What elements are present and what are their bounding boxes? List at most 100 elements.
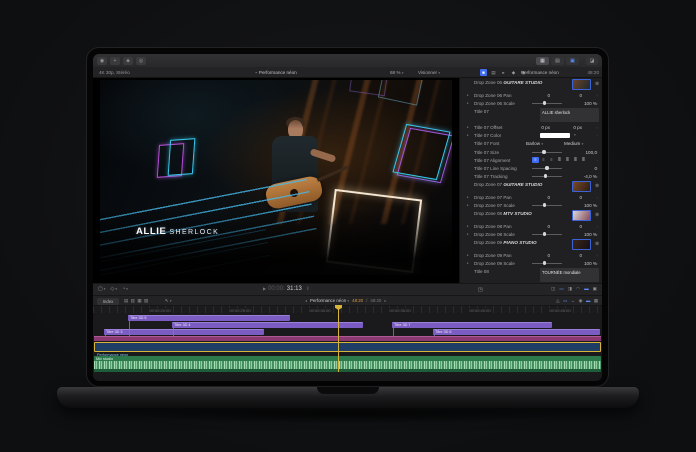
clip-appearance-4-icon[interactable]: ▧	[144, 298, 148, 304]
alignment-button[interactable]: ≣	[572, 157, 579, 163]
parameter-value[interactable]: 0	[564, 166, 597, 171]
disclosure-triangle-icon[interactable]: ▸	[467, 101, 469, 105]
effects-tool-icon[interactable]: ◔▾	[122, 286, 128, 292]
slider-thumb[interactable]	[543, 232, 547, 236]
parameter-value[interactable]: 100,0	[564, 150, 597, 155]
reset-parameter-icon[interactable]: ◦	[597, 261, 598, 266]
expand-viewer-icon[interactable]: ◳	[478, 287, 483, 293]
append-clip-icon[interactable]: ◨	[568, 286, 572, 292]
reset-parameter-icon[interactable]: ◦	[597, 166, 598, 171]
disclosure-triangle-icon[interactable]: ▸	[467, 125, 469, 129]
disclosure-triangle-icon[interactable]: ▸	[467, 232, 469, 236]
slider-thumb[interactable]	[545, 166, 549, 170]
remove-dropzone-icon[interactable]: ⊗	[595, 183, 599, 189]
remove-dropzone-icon[interactable]: ⊗	[595, 212, 599, 218]
font-family-menu[interactable]: Barlow ▾	[526, 141, 543, 146]
parameter-value[interactable]: 100 %	[564, 203, 597, 208]
add-icon[interactable]: +	[110, 57, 120, 65]
index-button[interactable]: Index	[97, 298, 119, 305]
trim-tool-icon[interactable]: ◇▾	[111, 286, 118, 292]
range-icon[interactable]: ▬	[584, 286, 589, 292]
slider-thumb[interactable]	[543, 261, 547, 265]
tasks-icon[interactable]: ◎	[136, 57, 146, 65]
y-value[interactable]: 0 px	[556, 125, 582, 130]
keying-icon[interactable]: ◈	[123, 57, 133, 65]
alignment-button[interactable]: ≣	[556, 157, 563, 163]
slider-thumb[interactable]	[544, 174, 548, 178]
clip-appearance-tool-icon[interactable]: ▢▾	[98, 286, 106, 292]
x-value[interactable]: 0	[524, 253, 550, 258]
reset-parameter-icon[interactable]: ◦	[597, 150, 598, 155]
y-value[interactable]: 0	[556, 253, 582, 258]
video-inspector-tab[interactable]: ■	[480, 69, 487, 76]
dropzone-thumbnail[interactable]	[572, 181, 591, 192]
viewer-view-menu[interactable]: Visionner ▾	[418, 70, 440, 75]
disclosure-triangle-icon[interactable]: ▸	[467, 93, 469, 97]
text-inspector-tab[interactable]: ▤	[490, 69, 497, 76]
parameter-value[interactable]: -4,0 %	[564, 174, 597, 179]
color-inspector-tab[interactable]: ◆	[510, 69, 517, 76]
audio-meter-icon[interactable]: ▬	[586, 298, 590, 304]
reset-parameter-icon[interactable]: ◦	[597, 203, 598, 208]
audio-clip[interactable]: Mix studio	[94, 356, 601, 372]
overwrite-clip-icon[interactable]: ◠	[576, 286, 580, 292]
connect-clip-icon[interactable]: ◫	[551, 286, 555, 292]
disclosure-triangle-icon[interactable]: ▸	[467, 261, 469, 265]
slider-thumb[interactable]	[543, 203, 547, 207]
x-value[interactable]: 0	[524, 224, 550, 229]
title-text-field[interactable]: ALLIE sherlock	[540, 108, 599, 122]
letterbox-clip[interactable]: Letterbox Matte	[94, 336, 601, 341]
disclosure-triangle-icon[interactable]: ▸	[467, 224, 469, 228]
browser-view-button[interactable]: ▦	[536, 57, 549, 65]
alignment-button[interactable]: ≣	[580, 157, 587, 163]
timeline-zoom-icon[interactable]: ▦	[594, 298, 598, 304]
x-value[interactable]: 0	[524, 195, 550, 200]
reset-parameter-icon[interactable]: ◦	[597, 232, 598, 237]
dropzone-thumbnail[interactable]	[572, 79, 591, 90]
disclosure-triangle-icon[interactable]: ▸	[467, 253, 469, 257]
parameter-value[interactable]: 100 %	[564, 232, 597, 237]
solo-icon[interactable]: ↔	[571, 298, 575, 304]
snapping-icon[interactable]: ◉	[579, 298, 583, 304]
timeline-title-clip[interactable]: Titre 3D 7	[392, 322, 552, 328]
skimming-icon[interactable]: ◬	[556, 298, 559, 304]
disclosure-triangle-icon[interactable]: ▸	[467, 203, 469, 207]
reset-parameter-icon[interactable]: ◦	[597, 133, 598, 138]
clip-appearance-2-icon[interactable]: ▥	[131, 298, 135, 304]
x-value[interactable]: 0	[524, 93, 550, 98]
reset-parameter-icon[interactable]: ◦	[597, 93, 598, 98]
title-text-field[interactable]: TOURNÉE mondiale	[540, 268, 599, 282]
font-weight-menu[interactable]: Medium ▾	[564, 141, 583, 146]
parameter-slider[interactable]	[532, 103, 562, 104]
parameter-slider[interactable]	[532, 152, 562, 153]
slider-thumb[interactable]	[543, 101, 547, 105]
timeline-title-clip[interactable]: Titre 3D 4	[172, 322, 363, 328]
reset-parameter-icon[interactable]: ◦	[597, 101, 598, 106]
playhead[interactable]	[338, 305, 339, 372]
primary-storyline-clip[interactable]: Performance néon	[94, 342, 601, 352]
reset-parameter-icon[interactable]: ◦	[597, 224, 598, 229]
remove-dropzone-icon[interactable]: ⊗	[595, 81, 599, 87]
insert-clip-icon[interactable]: ▭	[559, 286, 563, 292]
play-icon[interactable]: ▶	[263, 286, 266, 291]
dropzone-thumbnail[interactable]	[572, 210, 591, 221]
history-back-icon[interactable]: ◂	[305, 298, 307, 303]
color-swatch[interactable]	[540, 133, 570, 138]
frame-step-icon[interactable]: ‖	[307, 286, 309, 291]
media-import-icon[interactable]: ◉	[97, 57, 107, 65]
disclosure-triangle-icon[interactable]: ▸	[467, 133, 469, 137]
alignment-button[interactable]: ≡	[548, 157, 555, 163]
alignment-button[interactable]: ≡	[540, 157, 547, 163]
slider-thumb[interactable]	[542, 150, 546, 154]
reset-parameter-icon[interactable]: ◦	[597, 195, 598, 200]
x-value[interactable]: 0 px	[524, 125, 550, 130]
generator-inspector-tab[interactable]: ▸	[500, 69, 507, 76]
viewer-zoom-menu[interactable]: 68 % ▾	[390, 70, 404, 75]
browser-icon[interactable]: ▣	[593, 286, 597, 292]
timeline-ruler[interactable]: 00:00:20:0000:00:25:0000:00:30:0000:00:3…	[93, 305, 602, 313]
reset-parameter-icon[interactable]: ◦	[597, 174, 598, 179]
parameter-slider[interactable]	[532, 263, 562, 264]
y-value[interactable]: 0	[556, 224, 582, 229]
disclosure-triangle-icon[interactable]: ▸	[467, 195, 469, 199]
history-forward-icon[interactable]: ▸	[384, 298, 386, 303]
